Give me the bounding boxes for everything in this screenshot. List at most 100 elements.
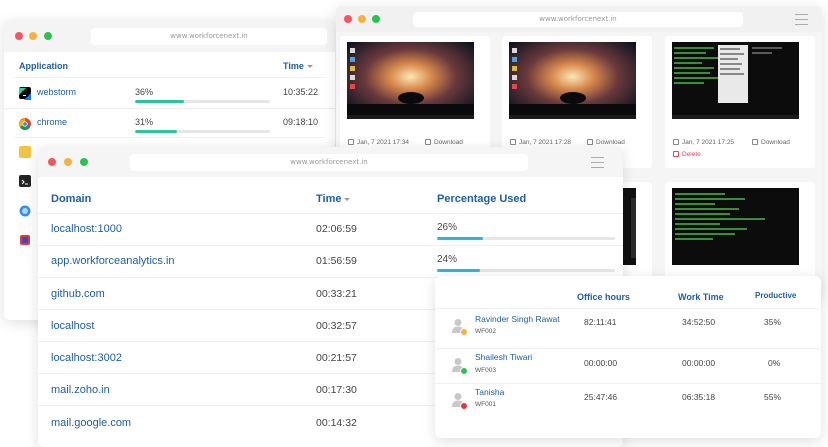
usage-bar-fill xyxy=(437,269,480,272)
browser-title-bar: www.workforcenext.in xyxy=(38,147,623,177)
domain-time: 00:14:32 xyxy=(316,417,357,429)
screenshot-date: Jan, 7 2021 17:28 xyxy=(510,139,571,146)
app-row[interactable]: chrome 31% 09:18:10 xyxy=(4,108,335,137)
employee-name[interactable]: Tanisha xyxy=(475,387,504,397)
download-icon xyxy=(587,139,593,145)
browser-icon xyxy=(19,204,31,217)
download-icon xyxy=(752,139,758,145)
row-divider xyxy=(14,137,325,138)
status-dot-icon xyxy=(460,328,468,336)
productive-value: 0% xyxy=(768,358,781,368)
app-name: webstorm xyxy=(37,87,77,97)
minimize-dot-icon[interactable] xyxy=(29,32,37,40)
download-link[interactable]: Download xyxy=(587,139,625,146)
application-header[interactable]: Application xyxy=(19,61,68,71)
time-header-label: Time xyxy=(283,61,304,71)
app-icon xyxy=(19,233,31,245)
usage-bar xyxy=(135,100,270,103)
time-header[interactable]: Time xyxy=(316,193,351,205)
usage-bar xyxy=(437,269,615,272)
employee-name[interactable]: Shailesh Tiwari xyxy=(475,352,532,362)
productive-header[interactable]: Productive xyxy=(755,291,796,300)
domain-name[interactable]: localhost:3002 xyxy=(51,352,122,364)
work-time-value: 34:52:50 xyxy=(682,317,716,327)
productive-value: 35% xyxy=(764,317,782,327)
download-label: Download xyxy=(596,139,625,146)
domain-name[interactable]: github.com xyxy=(51,288,105,300)
office-hours-value: 82:11:41 xyxy=(584,317,617,327)
employee-row[interactable]: Shailesh Tiwari WF003 00:00:00 00:00:00 … xyxy=(435,348,821,384)
domain-name[interactable]: localhost xyxy=(51,320,94,332)
employee-id: WF001 xyxy=(475,401,496,408)
date-label: Jan, 7 2021 17:34 xyxy=(357,139,410,146)
chrome-icon xyxy=(19,117,31,131)
employee-row[interactable]: Tanisha WF001 25:47:46 06:35:18 55% xyxy=(435,383,821,420)
download-link[interactable]: Download xyxy=(752,139,790,146)
status-dot-icon xyxy=(460,402,468,410)
browser-title-bar: www.workforcenext.in xyxy=(336,6,822,32)
maximize-dot-icon[interactable] xyxy=(372,15,380,23)
domain-time: 02:06:59 xyxy=(316,223,357,235)
status-dot-icon xyxy=(460,367,468,375)
screenshot-date: Jan, 7 2021 17:25 xyxy=(673,139,734,146)
usage-bar xyxy=(437,237,615,240)
domain-row[interactable]: app.workforceanalytics.in 01:56:59 24% xyxy=(38,245,623,278)
calendar-icon xyxy=(510,139,516,145)
usage-bar xyxy=(135,130,270,133)
calendar-icon xyxy=(348,139,354,145)
domain-row[interactable]: localhost:1000 02:06:59 26% xyxy=(38,213,623,246)
minimize-dot-icon[interactable] xyxy=(358,15,366,23)
download-icon xyxy=(425,139,431,145)
domain-name[interactable]: app.workforceanalytics.in xyxy=(51,255,175,267)
app-time: 09:18:10 xyxy=(283,117,319,127)
usage-bar-fill xyxy=(437,237,484,240)
delete-link[interactable]: Delete xyxy=(673,151,701,158)
employee-name[interactable]: Ravinder Singh Rawat xyxy=(475,314,560,324)
close-dot-icon[interactable] xyxy=(15,32,23,40)
office-hours-value: 25:47:46 xyxy=(584,392,618,402)
app-percent: 31% xyxy=(135,117,154,127)
domain-time: 00:33:21 xyxy=(316,288,357,300)
domain-name[interactable]: mail.zoho.in xyxy=(51,384,110,396)
usage-bar-fill xyxy=(135,130,177,133)
domain-name[interactable]: mail.google.com xyxy=(51,417,131,429)
domain-time: 00:32:57 xyxy=(316,320,357,332)
employees-window: Office hours Work Time Productive Ravind… xyxy=(435,276,821,438)
terminal-icon xyxy=(19,175,31,187)
desktop-screenshot-thumbnail[interactable] xyxy=(509,42,636,119)
domain-time: 01:56:59 xyxy=(316,255,357,267)
close-dot-icon[interactable] xyxy=(344,15,352,23)
date-label: Jan, 7 2021 17:28 xyxy=(519,139,572,146)
employee-id: WF003 xyxy=(475,367,496,374)
download-link[interactable]: Download xyxy=(425,139,463,146)
percentage-header[interactable]: Percentage Used xyxy=(437,193,526,205)
time-header[interactable]: Time xyxy=(283,61,313,71)
header-divider xyxy=(14,77,325,78)
productive-value: 55% xyxy=(764,392,782,402)
desktop-screenshot-thumbnail[interactable] xyxy=(347,42,474,119)
url-bar[interactable]: www.workforcenext.in xyxy=(413,12,743,27)
work-time-value: 00:00:00 xyxy=(682,358,716,368)
office-hours-header[interactable]: Office hours xyxy=(577,292,630,302)
close-dot-icon[interactable] xyxy=(48,158,56,166)
domain-name[interactable]: localhost:1000 xyxy=(51,223,122,235)
url-bar[interactable]: www.workforcenext.in xyxy=(130,154,528,171)
minimize-dot-icon[interactable] xyxy=(64,158,72,166)
maximize-dot-icon[interactable] xyxy=(80,158,88,166)
app-name: chrome xyxy=(37,117,68,127)
screenshot-date: Jan, 7 2021 17:34 xyxy=(348,139,409,146)
browser-title-bar: www.workforcenext.in xyxy=(4,20,335,52)
menu-icon[interactable] xyxy=(591,157,604,172)
maximize-dot-icon[interactable] xyxy=(44,32,52,40)
app-row[interactable]: webstorm 36% 10:35:22 xyxy=(4,79,335,107)
screenshot-card[interactable]: Jan, 7 2021 17:25 Download Delete xyxy=(665,36,815,168)
trash-icon xyxy=(673,151,679,157)
terminal-screenshot-thumbnail[interactable] xyxy=(672,188,799,265)
terminal-screenshot-thumbnail[interactable] xyxy=(672,42,799,119)
work-time-header[interactable]: Work Time xyxy=(678,292,724,302)
domain-header[interactable]: Domain xyxy=(51,193,91,205)
employee-row[interactable]: Ravinder Singh Rawat WF002 82:11:41 34:5… xyxy=(435,308,821,349)
url-bar[interactable]: www.workforcenext.in xyxy=(91,28,327,45)
sort-caret-icon xyxy=(306,65,313,69)
menu-icon[interactable] xyxy=(795,14,808,29)
